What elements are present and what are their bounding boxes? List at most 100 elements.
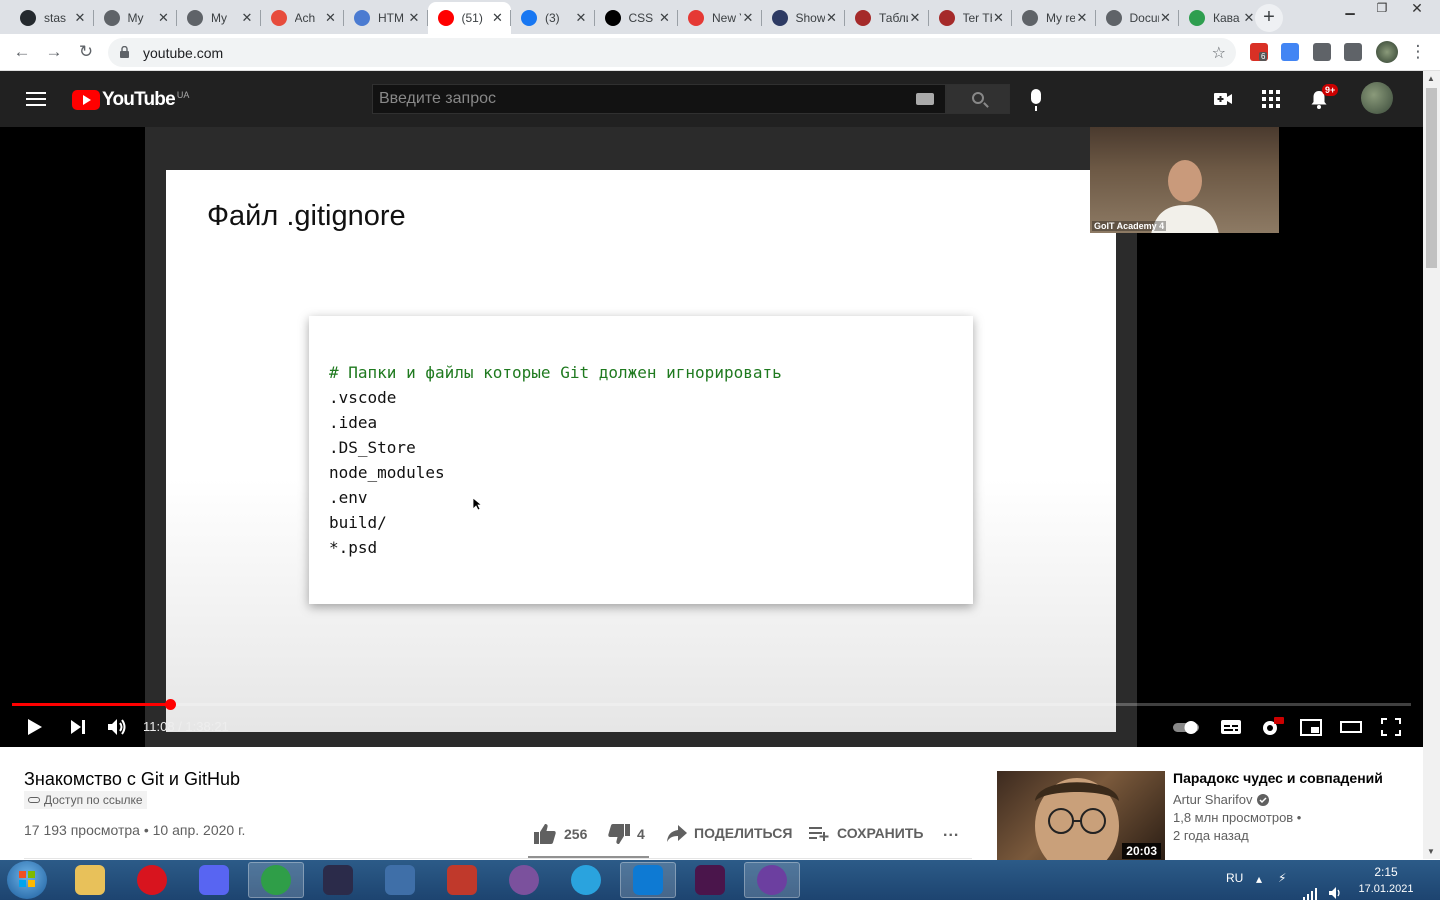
taskbar-app-button[interactable]: [62, 862, 118, 898]
browser-tab[interactable]: My ✕: [94, 2, 177, 34]
close-tab-icon[interactable]: ✕: [324, 10, 338, 26]
close-tab-icon[interactable]: ✕: [908, 10, 922, 26]
close-tab-icon[interactable]: ✕: [73, 10, 87, 26]
close-tab-icon[interactable]: ✕: [741, 10, 755, 26]
microphone-icon[interactable]: [1031, 89, 1041, 111]
browser-tab[interactable]: Ach ✕: [261, 2, 344, 34]
browser-tab[interactable]: stas ✕: [10, 2, 93, 34]
speaker-icon[interactable]: [1328, 873, 1342, 913]
close-tab-icon[interactable]: ✕: [407, 10, 421, 26]
taskbar-app-button[interactable]: [434, 862, 490, 898]
taskbar-app-button[interactable]: [310, 862, 366, 898]
close-tab-icon[interactable]: ✕: [574, 10, 588, 26]
close-tab-icon[interactable]: ✕: [240, 10, 254, 26]
url-text[interactable]: youtube.com: [143, 45, 223, 61]
taskbar-app-button[interactable]: [558, 862, 614, 898]
browser-tab[interactable]: Docume✕: [1096, 2, 1179, 34]
progress-scrubber[interactable]: [165, 699, 177, 710]
youtube-logo[interactable]: YouTube UA: [72, 90, 189, 110]
close-window-button[interactable]: ✕: [1398, 0, 1436, 18]
taskbar-app-button[interactable]: [496, 862, 552, 898]
bookmark-star-icon[interactable]: ☆: [1212, 43, 1226, 63]
browser-tab[interactable]: (51) ✕: [427, 2, 511, 34]
play-icon[interactable]: [24, 717, 44, 737]
account-avatar[interactable]: [1361, 82, 1393, 114]
browser-tab[interactable]: Ter THE✕: [929, 2, 1012, 34]
input-language[interactable]: RU: [1226, 871, 1243, 911]
taskbar-app-button[interactable]: [744, 862, 800, 898]
adblock-icon[interactable]: 6: [1250, 43, 1268, 61]
playlist-icon[interactable]: [1344, 43, 1362, 61]
lock-icon[interactable]: [120, 46, 129, 58]
windows-taskbar: RU ▴ ⚡ 2:15 17.01.2021: [0, 860, 1440, 900]
puzzle-icon[interactable]: [1313, 43, 1331, 61]
power-icon[interactable]: ⚡: [1278, 871, 1286, 911]
taskbar-app-button[interactable]: [682, 862, 738, 898]
system-clock[interactable]: 2:15 17.01.2021: [1356, 864, 1416, 904]
recommended-channel[interactable]: Artur Sharifov: [1173, 792, 1270, 807]
search-input[interactable]: [373, 85, 945, 113]
keyboard-icon[interactable]: [916, 93, 934, 105]
taskbar-app-button[interactable]: [124, 862, 180, 898]
miniplayer-icon[interactable]: [1300, 717, 1322, 737]
minimize-window-button[interactable]: ▁: [1334, 0, 1366, 18]
recommended-video-thumbnail[interactable]: 20:03: [997, 771, 1165, 861]
address-bar[interactable]: youtube.com ☆: [108, 38, 1236, 67]
translate-icon[interactable]: [1281, 43, 1299, 61]
like-button[interactable]: 256: [533, 823, 587, 845]
browser-tab[interactable]: (3) ✕: [511, 2, 594, 34]
fullscreen-icon[interactable]: [1380, 717, 1402, 737]
subtitles-icon[interactable]: [1220, 717, 1242, 737]
close-tab-icon[interactable]: ✕: [1242, 10, 1256, 26]
close-tab-icon[interactable]: ✕: [992, 10, 1006, 26]
browser-tab[interactable]: Кава ар✕: [1179, 2, 1262, 34]
tab-title: (51): [461, 11, 483, 25]
page-scrollbar[interactable]: ▲ ▼: [1423, 71, 1440, 859]
start-button[interactable]: [7, 861, 47, 899]
taskbar-app-button[interactable]: [248, 862, 304, 898]
search-button[interactable]: [946, 84, 1010, 114]
close-tab-icon[interactable]: ✕: [658, 10, 672, 26]
browser-tab[interactable]: CSS ✕: [595, 2, 678, 34]
browser-tab[interactable]: HTM ✕: [344, 2, 427, 34]
show-hidden-icons-icon[interactable]: ▴: [1256, 872, 1262, 912]
profile-avatar[interactable]: [1376, 41, 1398, 63]
recommended-video-title[interactable]: Парадокс чудес и совпадений: [1173, 770, 1383, 786]
network-signal-icon[interactable]: [1302, 874, 1318, 914]
browser-tab[interactable]: New Ye✕: [678, 2, 761, 34]
taskbar-app-button[interactable]: [186, 862, 242, 898]
next-video-icon[interactable]: [68, 717, 88, 737]
restore-window-button[interactable]: ❐: [1366, 0, 1398, 18]
browser-tab[interactable]: Таблиц✕: [845, 2, 928, 34]
back-button[interactable]: ←: [10, 40, 34, 64]
taskbar-app-button[interactable]: [372, 862, 428, 898]
close-tab-icon[interactable]: ✕: [157, 10, 171, 26]
volume-icon[interactable]: [106, 717, 128, 737]
reload-button[interactable]: ↻: [74, 40, 98, 64]
close-tab-icon[interactable]: ✕: [825, 10, 839, 26]
dislike-button[interactable]: 4: [607, 823, 645, 845]
settings-gear-icon[interactable]: [1260, 717, 1284, 737]
hamburger-menu-icon[interactable]: [26, 92, 46, 110]
close-tab-icon[interactable]: ✕: [1159, 10, 1173, 26]
close-tab-icon[interactable]: ✕: [1075, 10, 1089, 26]
save-button[interactable]: СОХРАНИТЬ: [808, 823, 923, 843]
scroll-down-icon[interactable]: ▼: [1427, 847, 1435, 856]
browser-tab[interactable]: My ✕: [177, 2, 260, 34]
more-actions-button[interactable]: ...: [943, 823, 959, 841]
scrollbar-thumb[interactable]: [1426, 88, 1437, 268]
taskbar-app-button[interactable]: [620, 862, 676, 898]
video-player[interactable]: Файл .gitignore # Папки и файлы которые …: [0, 127, 1423, 747]
theater-mode-icon[interactable]: [1340, 717, 1362, 737]
scroll-up-icon[interactable]: ▲: [1427, 74, 1435, 83]
forward-button[interactable]: →: [42, 40, 66, 64]
autoplay-toggle-icon[interactable]: [1172, 717, 1202, 737]
create-video-icon[interactable]: [1213, 89, 1233, 109]
progress-bar[interactable]: [12, 699, 1411, 710]
browser-tab[interactable]: Showinc✕: [762, 2, 845, 34]
browser-tab[interactable]: My resu✕: [1012, 2, 1095, 34]
apps-grid-icon[interactable]: [1261, 89, 1281, 109]
chrome-menu-icon[interactable]: ⋮: [1406, 40, 1430, 64]
share-button[interactable]: ПОДЕЛИТЬСЯ: [666, 823, 792, 843]
close-tab-icon[interactable]: ✕: [491, 10, 505, 26]
